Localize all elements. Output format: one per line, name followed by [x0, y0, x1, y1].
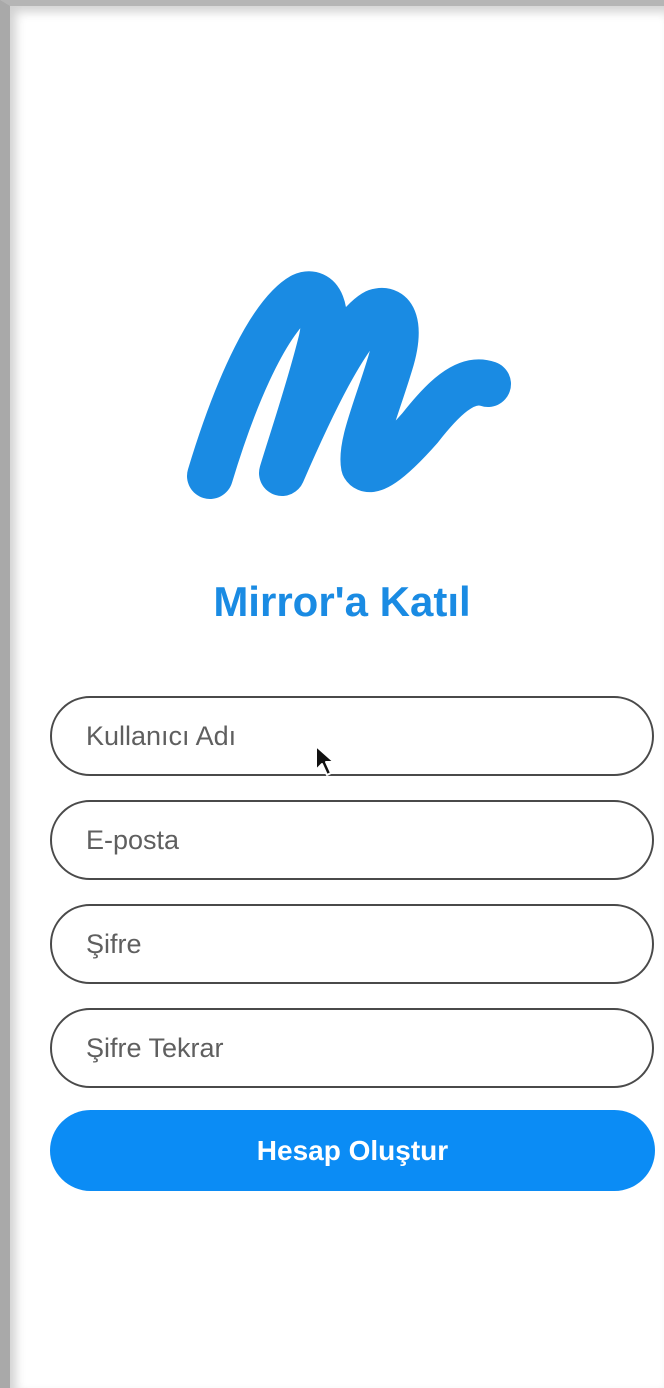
- email-field[interactable]: [50, 800, 654, 880]
- create-account-button[interactable]: Hesap Oluştur: [50, 1110, 655, 1191]
- password-confirm-input[interactable]: [86, 1032, 652, 1064]
- username-field[interactable]: [50, 696, 654, 776]
- page-title: Mirror'a Katıl: [213, 578, 471, 625]
- username-input[interactable]: [86, 720, 652, 752]
- mirror-logo-icon: [187, 271, 511, 499]
- password-confirm-field[interactable]: [50, 1008, 654, 1088]
- signup-screen: Mirror'a Katıl Hesap Oluştur: [0, 0, 664, 1388]
- mouse-pointer-icon: [315, 745, 335, 776]
- password-input[interactable]: [86, 928, 652, 960]
- password-field[interactable]: [50, 904, 654, 984]
- email-input[interactable]: [86, 824, 652, 856]
